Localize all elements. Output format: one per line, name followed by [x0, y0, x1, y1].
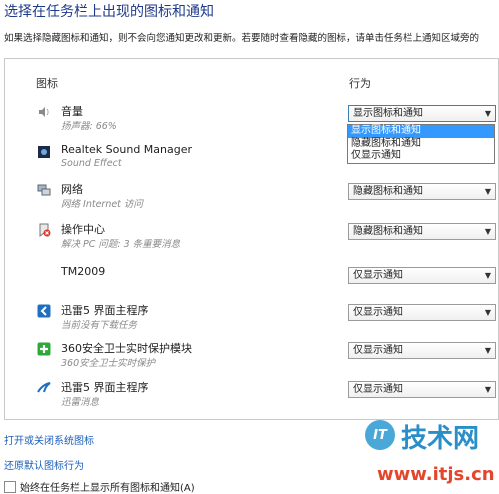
behavior-select[interactable]: 隐藏图标和通知 ▼	[348, 223, 496, 240]
watermark-url: www.itjs.cn	[377, 464, 495, 485]
behavior-select[interactable]: 隐藏图标和通知 ▼	[348, 183, 496, 200]
chevron-down-icon: ▼	[484, 308, 491, 317]
notification-item-network: 网络 网络 Internet 访问 隐藏图标和通知 ▼	[5, 182, 498, 220]
behavior-dropdown-list: 显示图标和通知 隐藏图标和通知 仅显示通知	[347, 124, 495, 164]
notification-item-thunder: 迅雷5 界面主程序 当前没有下载任务 仅显示通知 ▼	[5, 303, 498, 341]
item-name: 迅雷5 界面主程序	[61, 304, 149, 317]
item-name: Realtek Sound Manager	[61, 143, 193, 156]
chevron-down-icon: ▼	[484, 385, 491, 394]
always-show-row: 始终在任务栏上显示所有图标和通知(A)	[4, 479, 195, 494]
item-subtitle: 网络 Internet 访问	[61, 199, 143, 210]
item-subtitle: 当前没有下载任务	[61, 320, 138, 331]
watermark-text: 技术网	[401, 424, 480, 454]
chevron-down-icon: ▼	[484, 271, 491, 280]
system-icons-link[interactable]: 打开或关闭系统图标	[4, 432, 94, 447]
select-value: 隐藏图标和通知	[353, 186, 423, 197]
realtek-icon	[36, 144, 52, 160]
thunder-bird-icon	[36, 380, 52, 396]
action-center-icon	[36, 222, 52, 238]
thunder-icon	[36, 303, 52, 319]
behavior-column-header: 行为	[349, 77, 371, 90]
icons-panel: 图标 行为 音量 扬声器: 66% 显示图标和通知 ▼ Realtek Soun…	[4, 58, 499, 420]
item-subtitle: Sound Effect	[61, 158, 122, 169]
watermark-logo: IT	[365, 420, 395, 450]
behavior-select[interactable]: 仅显示通知 ▼	[348, 342, 496, 359]
select-value: 隐藏图标和通知	[353, 226, 423, 237]
select-value: 仅显示通知	[353, 345, 403, 356]
item-name: 操作中心	[61, 223, 105, 236]
page-description: 如果选择隐藏图标和通知，则不会向您通知更改和更新。若要随时查看隐藏的图标，请单击…	[4, 33, 480, 44]
item-subtitle: 扬声器: 66%	[61, 121, 117, 132]
item-name: 迅雷5 界面主程序	[61, 381, 149, 394]
item-subtitle: 解决 PC 问题: 3 条重要消息	[61, 239, 181, 250]
item-subtitle: 迅雷消息	[61, 397, 100, 408]
always-show-checkbox[interactable]	[4, 480, 16, 493]
notification-item-360: 360安全卫士实时保护模块 360安全卫士实时保护 仅显示通知 ▼	[5, 341, 498, 379]
notification-item-tm2009: TM2009 仅显示通知 ▼	[5, 265, 498, 304]
item-name: 音量	[61, 105, 83, 118]
behavior-select[interactable]: 仅显示通知 ▼	[348, 381, 496, 398]
behavior-select[interactable]: 显示图标和通知 ▼	[348, 105, 496, 122]
chevron-down-icon: ▼	[484, 227, 491, 236]
network-icon	[36, 182, 52, 198]
speaker-icon	[36, 104, 52, 120]
select-value: 仅显示通知	[353, 270, 403, 281]
site-watermark: IT 技术网 www.itjs.cn	[355, 416, 499, 494]
notification-item-action-center: 操作中心 解决 PC 问题: 3 条重要消息 隐藏图标和通知 ▼	[5, 222, 498, 260]
behavior-select[interactable]: 仅显示通知 ▼	[348, 304, 496, 321]
dropdown-option-notify-only[interactable]: 仅显示通知	[348, 150, 494, 163]
360-shield-icon	[36, 341, 52, 357]
select-value: 显示图标和通知	[353, 108, 423, 119]
always-show-label[interactable]: 始终在任务栏上显示所有图标和通知(A)	[20, 479, 195, 494]
item-name: 360安全卫士实时保护模块	[61, 342, 192, 355]
select-value: 仅显示通知	[353, 384, 403, 395]
dropdown-option-hide[interactable]: 隐藏图标和通知	[348, 138, 494, 151]
icon-column-header: 图标	[36, 77, 58, 90]
chevron-down-icon: ▼	[484, 346, 491, 355]
restore-defaults-link[interactable]: 还原默认图标行为	[4, 457, 84, 472]
item-name: TM2009	[61, 265, 106, 278]
item-subtitle: 360安全卫士实时保护	[61, 358, 156, 369]
select-value: 仅显示通知	[353, 307, 403, 318]
page-title: 选择在任务栏上出现的图标和通知	[4, 4, 214, 20]
notification-item-thunder-messages: 迅雷5 界面主程序 迅雷消息 仅显示通知 ▼	[5, 380, 498, 418]
chevron-down-icon: ▼	[484, 187, 491, 196]
dropdown-option-show[interactable]: 显示图标和通知	[348, 125, 494, 138]
chevron-down-icon: ▼	[484, 109, 491, 118]
item-name: 网络	[61, 183, 83, 196]
behavior-select[interactable]: 仅显示通知 ▼	[348, 267, 496, 284]
